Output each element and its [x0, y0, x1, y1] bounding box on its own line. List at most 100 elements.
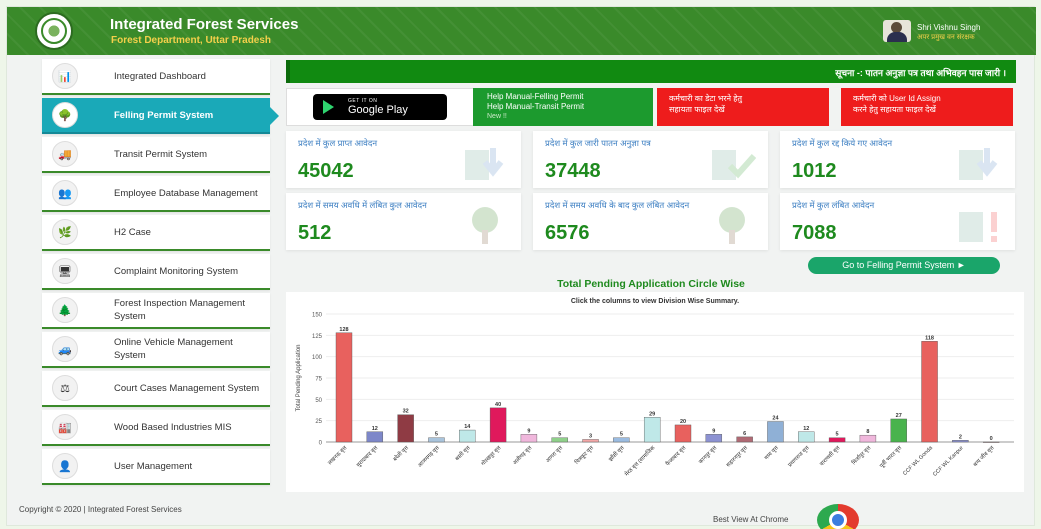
- sidebar-item-court-cases[interactable]: ⚖ Court Cases Management System: [42, 371, 270, 407]
- bar-chart-svg: 0255075100125150Total Pending Applicatio…: [296, 313, 1014, 478]
- x-tick-label: CCF WL Gonda: [902, 445, 934, 477]
- help-manual-felling-link[interactable]: Help Manual-Felling Permit: [487, 92, 653, 102]
- y-tick-label: 150: [312, 313, 323, 319]
- x-tick-label: झाँसी वृत्त: [607, 444, 626, 463]
- bar-9[interactable]: [582, 439, 599, 443]
- x-tick-label: मुरादाबाद वृत्त: [356, 445, 380, 469]
- sidebar-item-complaint-monitoring[interactable]: 🖥 Complaint Monitoring System: [42, 254, 270, 290]
- stat-label: प्रदेश में कुल प्राप्त आवेदन: [298, 138, 378, 148]
- chart-subtitle: Click the columns to view Division Wise …: [570, 298, 740, 305]
- truck-icon: 🚚: [52, 141, 78, 167]
- sidebar-item-label: Complaint Monitoring System: [114, 265, 239, 277]
- bar-21[interactable]: [952, 440, 969, 443]
- sidebar-item-h2-case[interactable]: 🌿 H2 Case: [42, 215, 270, 251]
- tree-deco-icon: [719, 207, 745, 244]
- sidebar-item-wood-industries[interactable]: 🏭 Wood Based Industries MIS: [42, 410, 270, 446]
- stat-card-total-issued[interactable]: प्रदेश में कुल जारी पातन अनुज्ञा पत्र 37…: [533, 131, 768, 188]
- employee-data-help-button[interactable]: कर्मचारी का डेटा भरने हेतु सहायता फाइल द…: [657, 88, 829, 126]
- bar-16[interactable]: [798, 431, 815, 443]
- stat-card-total-pending[interactable]: प्रदेश में कुल लंबित आवेदन 7088: [780, 193, 1015, 250]
- sidebar-item-online-vehicle[interactable]: 🚙 Online Vehicle Management System: [42, 332, 270, 368]
- sidebar-item-user-management[interactable]: 👤 User Management: [42, 449, 270, 485]
- sidebar-item-employee-database[interactable]: 👥 Employee Database Management: [42, 176, 270, 212]
- x-tick-label: मेरठ वृत्त (सामाजिक: [623, 444, 657, 478]
- y-tick-label: 50: [315, 398, 322, 404]
- monitor-icon: 🖥: [52, 258, 78, 284]
- pending-application-chart: Click the columns to view Division Wise …: [286, 292, 1024, 492]
- bar-12[interactable]: [674, 424, 692, 443]
- x-tick-label: लखनऊ वृत्त: [327, 445, 348, 466]
- user-id-assign-help-button[interactable]: कर्मचारी को User Id Assign करने हेतु सहा…: [841, 88, 1013, 126]
- header: Integrated Forest Services Forest Depart…: [7, 7, 1036, 55]
- chart-title: Total Pending Application Circle Wise: [557, 278, 745, 290]
- sidebar-item-integrated-dashboard[interactable]: 📊 Integrated Dashboard: [42, 59, 270, 95]
- x-tick-label: वाराणसी वृत्त: [818, 444, 841, 467]
- factory-icon: 🏭: [52, 414, 78, 440]
- app-title: Integrated Forest Services: [110, 16, 299, 33]
- data-label: 118: [925, 335, 934, 341]
- sidebar-item-label: H2 Case: [114, 226, 151, 238]
- forest-department-logo: [35, 12, 73, 50]
- sidebar-item-transit-permit[interactable]: 🚚 Transit Permit System: [42, 137, 270, 173]
- user-avatar-icon[interactable]: [883, 20, 911, 42]
- bar-17[interactable]: [828, 437, 846, 443]
- chart-icon: 📊: [52, 63, 78, 89]
- sidebar-item-label: User Management: [114, 460, 193, 472]
- x-tick-label: आगरा वृत्त: [545, 445, 564, 464]
- x-tick-label: प्रयागराज वृत्त: [787, 445, 810, 468]
- y-tick-label: 0: [319, 441, 323, 447]
- bar-4[interactable]: [428, 437, 445, 443]
- sidebar-item-label: Employee Database Management: [114, 187, 258, 199]
- google-play-badge: GET IT ON Google Play: [313, 94, 447, 120]
- x-tick-label: आजमगढ़ वृत्त: [417, 445, 441, 469]
- bar-5[interactable]: [459, 429, 476, 443]
- stat-card-pending-after-time[interactable]: प्रदेश में समय अवधि के बाद कुल लंबित आवे…: [533, 193, 768, 250]
- bar-1[interactable]: [335, 332, 353, 443]
- sidebar-item-forest-inspection[interactable]: 🌲 Forest Inspection Management System: [42, 293, 270, 329]
- data-label: 0: [990, 436, 993, 442]
- x-tick-label: अलीगढ़ वृत्त: [511, 444, 533, 466]
- stat-card-total-rejected[interactable]: प्रदेश में कुल रद्द किये गए आवेदन 1012: [780, 131, 1015, 188]
- bar-3[interactable]: [397, 414, 414, 443]
- approved-doc-icon: [712, 150, 756, 180]
- bar-18[interactable]: [859, 434, 877, 443]
- sidebar-item-label: Felling Permit System: [114, 109, 214, 121]
- bar-13[interactable]: [705, 434, 723, 443]
- data-label: 27: [896, 413, 902, 419]
- data-label: 5: [558, 432, 561, 438]
- bar-10[interactable]: [613, 437, 630, 443]
- stat-label: प्रदेश में कुल लंबित आवेदन: [792, 200, 875, 210]
- google-play-big-text: Google Play: [348, 104, 408, 116]
- bar-20[interactable]: [921, 341, 938, 443]
- vehicle-icon: 🚙: [52, 336, 78, 362]
- x-tick-label: चित्रकूट वृत्त: [574, 444, 596, 466]
- app-frame: Integrated Forest Services Forest Depart…: [6, 6, 1036, 529]
- data-label: 5: [836, 432, 839, 438]
- bar-6[interactable]: [489, 407, 507, 443]
- help-manual-transit-link[interactable]: Help Manual-Transit Permit: [487, 102, 653, 112]
- bar-14[interactable]: [736, 436, 753, 443]
- bar-11[interactable]: [643, 417, 661, 443]
- sidebar-item-felling-permit[interactable]: 🌳 Felling Permit System: [42, 98, 279, 134]
- bar-22[interactable]: [982, 441, 1000, 443]
- data-label: 24: [772, 416, 779, 422]
- stat-card-pending-within-time[interactable]: प्रदेश में समय अवधि में लंबित कुल आवेदन …: [286, 193, 521, 250]
- data-label: 2: [959, 434, 962, 440]
- bar-7[interactable]: [520, 434, 538, 443]
- y-axis-label: Total Pending Application: [296, 344, 302, 411]
- stat-card-total-received[interactable]: प्रदेश में कुल प्राप्त आवेदन 45042: [286, 131, 521, 188]
- user-name[interactable]: Shri Vishnu Singh: [917, 23, 980, 32]
- google-play-button[interactable]: GET IT ON Google Play: [286, 88, 474, 126]
- x-tick-label: बस्ती वृत्त: [454, 444, 472, 462]
- x-tick-label: सहारनपुर वृत्त: [726, 445, 750, 469]
- stat-value: 45042: [298, 160, 354, 182]
- y-tick-label: 25: [315, 419, 322, 425]
- sidebar-item-label: Online Vehicle Management System: [114, 337, 233, 361]
- bar-19[interactable]: [890, 418, 907, 443]
- bar-2[interactable]: [366, 431, 384, 443]
- sidebar-item-label: Integrated Dashboard: [114, 70, 206, 82]
- data-label: 128: [339, 327, 348, 333]
- goto-felling-permit-button[interactable]: Go to Felling Permit System ►: [808, 257, 1000, 274]
- bar-15[interactable]: [767, 421, 784, 443]
- bar-8[interactable]: [551, 437, 568, 443]
